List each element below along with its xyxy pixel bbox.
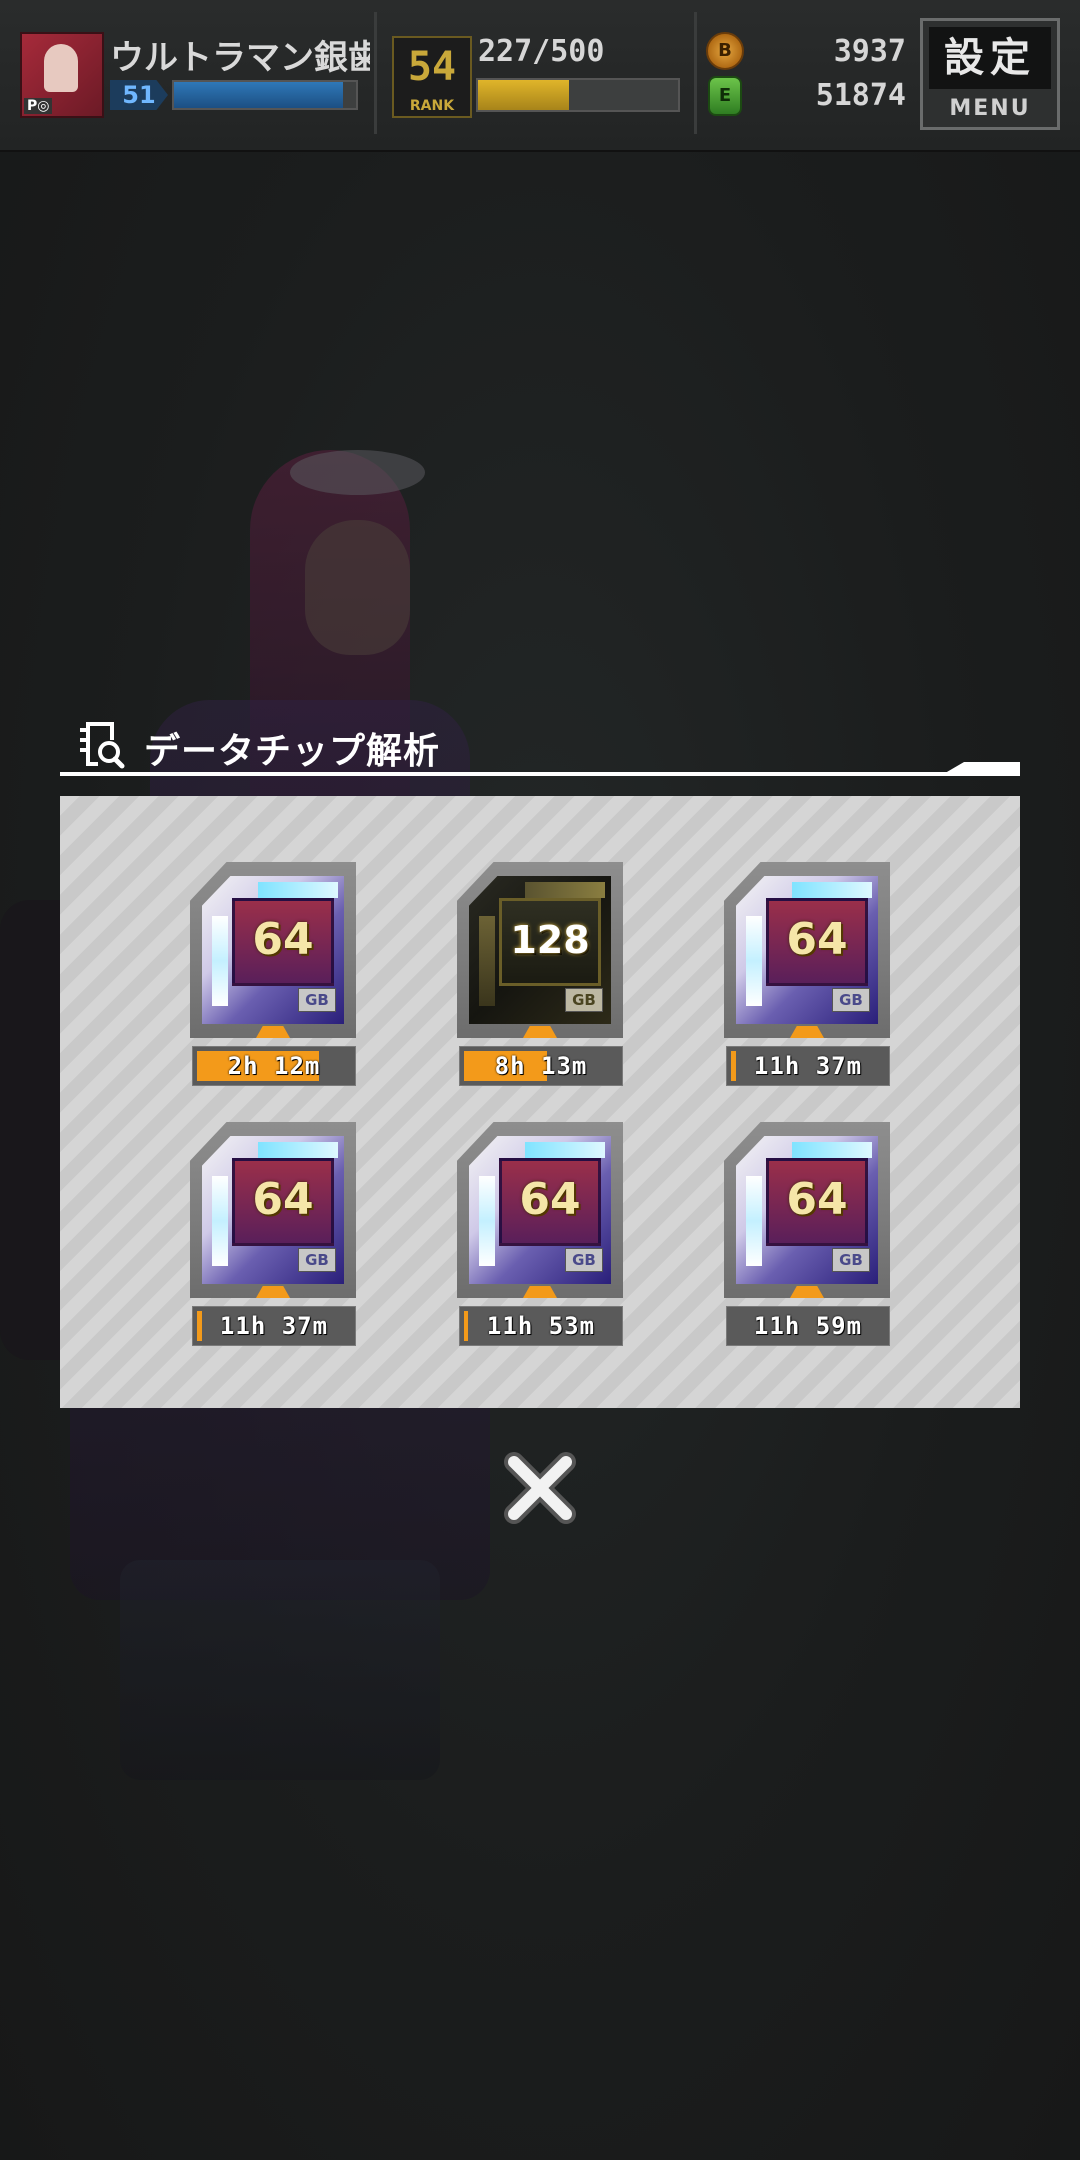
dialog-title-row: データチップ解析 (60, 710, 1020, 780)
chip-silver-icon: 64 GB (469, 1136, 611, 1284)
coin-b-icon: B (706, 32, 744, 70)
chip-search-icon (80, 722, 125, 769)
rank-number: 54 (407, 44, 457, 90)
chip-unit: GB (298, 1248, 336, 1272)
data-chip-slot[interactable]: 64 GB 11h 37m (724, 862, 890, 1086)
stamina-progress-bar (476, 78, 680, 112)
chip-capacity: 64 (786, 1174, 848, 1225)
avatar-portrait-icon (44, 44, 78, 92)
data-chip-slot[interactable]: 128 GB 8h 13m (457, 862, 623, 1086)
data-chip-slot[interactable]: 64 GB 11h 53m (457, 1122, 623, 1346)
player-name: ウルトラマン銀歯 (110, 38, 370, 74)
chip-stripe (525, 1142, 605, 1158)
header-divider (374, 12, 377, 134)
chip-card-frame: 64 GB (724, 862, 890, 1038)
chip-side-stripe (479, 916, 495, 1006)
dialog-title: データチップ解析 (144, 731, 441, 772)
analysis-timer-bar: 2h 12m (192, 1046, 356, 1086)
energy-count: 51874 (815, 78, 906, 113)
analysis-timer-bar: 11h 59m (726, 1306, 890, 1346)
stamina-text: 227/500 (478, 34, 605, 69)
analysis-timer-bar: 11h 37m (726, 1046, 890, 1086)
analysis-timer-bar: 11h 53m (459, 1306, 623, 1346)
chip-unit: GB (565, 988, 603, 1012)
analysis-timer-text: 11h 59m (753, 1312, 863, 1340)
chip-stripe (258, 1142, 338, 1158)
chip-capacity: 64 (252, 1174, 314, 1225)
analysis-timer-text: 8h 13m (494, 1052, 588, 1080)
chip-side-stripe (212, 916, 228, 1006)
chip-card-frame: 128 GB (457, 862, 623, 1038)
analysis-timer-text: 11h 37m (753, 1052, 863, 1080)
chip-capacity: 64 (786, 914, 848, 965)
chip-stripe (792, 882, 872, 898)
chip-unit: GB (832, 1248, 870, 1272)
chip-card-frame: 64 GB (457, 1122, 623, 1298)
chip-unit: GB (832, 988, 870, 1012)
stamina-progress-fill (478, 80, 569, 110)
avatar-tag: P◎ (24, 98, 53, 114)
chip-silver-icon: 64 GB (736, 1136, 878, 1284)
background-character-boots (120, 1560, 440, 1780)
rank-label: RANK (409, 98, 455, 114)
chip-silver-icon: 64 GB (202, 876, 344, 1024)
analysis-timer-text: 11h 53m (486, 1312, 596, 1340)
chip-side-stripe (746, 916, 762, 1006)
chip-stripe (258, 882, 338, 898)
data-chip-slot[interactable]: 64 GB 2h 12m (190, 862, 356, 1086)
background-character-face (305, 520, 410, 655)
chip-capacity: 128 (510, 918, 590, 962)
chip-gold-icon: 128 GB (469, 876, 611, 1024)
coin-count: 3937 (833, 34, 906, 69)
chip-side-stripe (479, 1176, 495, 1266)
energy-e-icon: E (708, 76, 742, 116)
analysis-timer-text: 2h 12m (227, 1052, 321, 1080)
analysis-timer-bar: 8h 13m (459, 1046, 623, 1086)
chip-unit: GB (298, 988, 336, 1012)
chip-capacity: 64 (519, 1174, 581, 1225)
chip-stripe (792, 1142, 872, 1158)
chip-grid-panel: 64 GB 2h 12m 128 GB 8h 13m 64 GB 11h 37m 64 GB 11h … (60, 796, 1020, 1408)
game-screen: P◎ ウルトラマン銀歯 51 54 RANK 227/500 B 3937 E … (0, 0, 1080, 2160)
chip-unit: GB (565, 1248, 603, 1272)
chip-capacity: 64 (252, 914, 314, 965)
close-x-icon[interactable] (500, 1448, 580, 1528)
chip-card-frame: 64 GB (724, 1122, 890, 1298)
analysis-timer-bar: 11h 37m (192, 1306, 356, 1346)
chip-side-stripe (746, 1176, 762, 1266)
chip-card-frame: 64 GB (190, 862, 356, 1038)
menu-kanji-label: 設定 (929, 27, 1051, 89)
chip-stripe (525, 882, 605, 898)
chip-silver-icon: 64 GB (736, 876, 878, 1024)
chip-card-frame: 64 GB (190, 1122, 356, 1298)
chip-side-stripe (212, 1176, 228, 1266)
chip-silver-icon: 64 GB (202, 1136, 344, 1284)
background-character-headdress (290, 450, 425, 495)
data-chip-slot[interactable]: 64 GB 11h 59m (724, 1122, 890, 1346)
status-header: P◎ ウルトラマン銀歯 51 54 RANK 227/500 B 3937 E … (0, 0, 1080, 152)
level-progress-fill (174, 82, 344, 108)
rank-badge: 54 RANK (392, 36, 472, 118)
analysis-timer-text: 11h 37m (219, 1312, 329, 1340)
header-divider (694, 12, 697, 134)
level-progress-bar (172, 80, 358, 110)
title-underline (60, 772, 1020, 776)
level-badge: 51 (110, 80, 168, 110)
menu-button[interactable]: 設定 MENU (920, 18, 1060, 130)
player-avatar[interactable]: P◎ (20, 32, 104, 118)
menu-label: MENU (949, 96, 1031, 121)
data-chip-slot[interactable]: 64 GB 11h 37m (190, 1122, 356, 1346)
